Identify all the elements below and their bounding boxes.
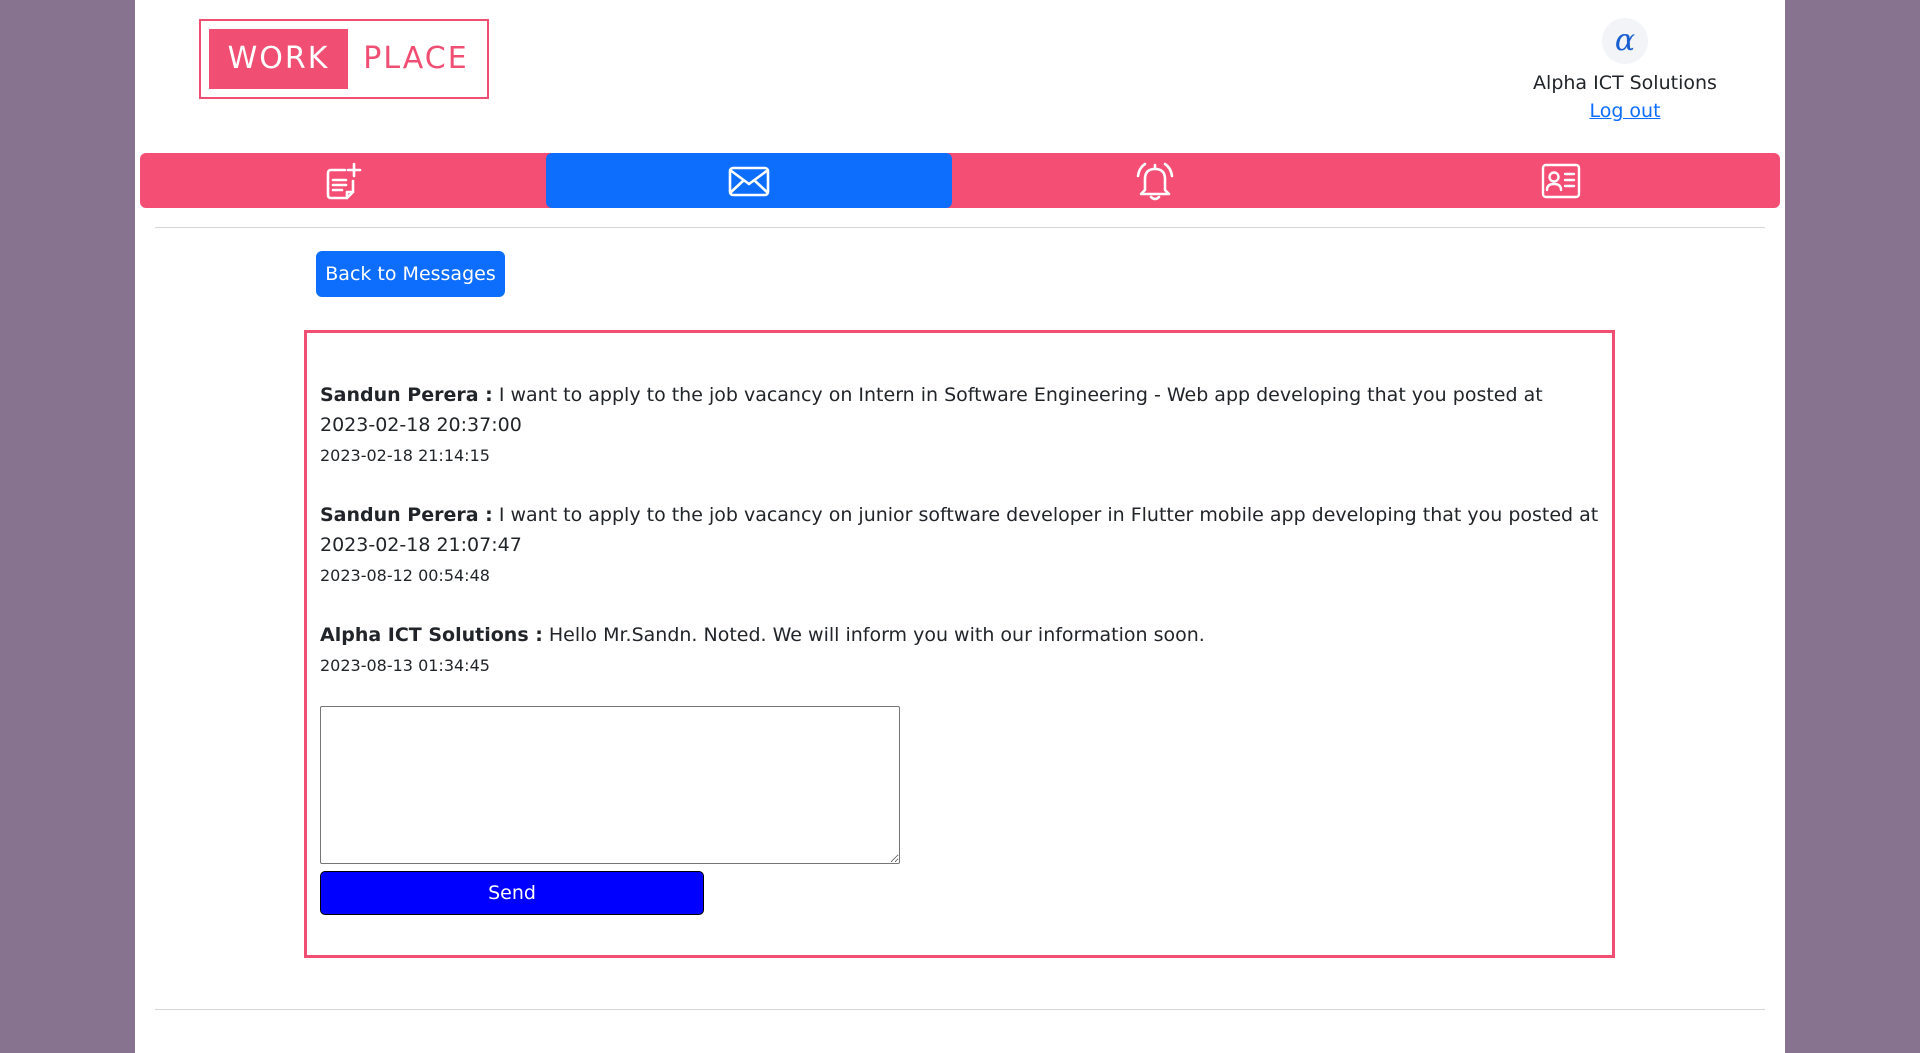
reply-textarea[interactable] bbox=[320, 706, 900, 864]
nav-profile[interactable] bbox=[1358, 153, 1764, 208]
message-text: I want to apply to the job vacancy on ju… bbox=[320, 504, 1599, 556]
message-sender: Alpha ICT Solutions : bbox=[320, 624, 543, 646]
message-sender: Sandun Perera : bbox=[320, 384, 493, 406]
company-name: Alpha ICT Solutions bbox=[1533, 72, 1717, 94]
back-to-messages-button[interactable]: Back to Messages bbox=[316, 251, 505, 297]
conversation-panel: Sandun Perera : I want to apply to the j… bbox=[304, 330, 1615, 958]
nav-messages[interactable] bbox=[546, 153, 952, 208]
send-button[interactable]: Send bbox=[320, 871, 704, 915]
main-nav bbox=[140, 153, 1780, 208]
page-container: WORK PLACE α Alpha ICT Solutions Log out bbox=[135, 0, 1785, 1053]
message-timestamp: 2023-02-18 21:14:15 bbox=[320, 446, 490, 465]
logo-place-text: PLACE bbox=[363, 41, 469, 76]
message-item: Sandun Perera : I want to apply to the j… bbox=[320, 380, 1600, 465]
message-body: Sandun Perera : I want to apply to the j… bbox=[320, 380, 1600, 440]
nav-post-job[interactable] bbox=[140, 153, 546, 208]
message-text: Hello Mr.Sandn. Noted. We will inform yo… bbox=[542, 624, 1205, 646]
divider-top bbox=[155, 227, 1765, 228]
bell-icon bbox=[1136, 162, 1174, 200]
message-item: Sandun Perera : I want to apply to the j… bbox=[320, 500, 1600, 585]
message-item: Alpha ICT Solutions : Hello Mr.Sandn. No… bbox=[320, 620, 1600, 675]
nav-notifications[interactable] bbox=[952, 153, 1358, 208]
message-timestamp: 2023-08-13 01:34:45 bbox=[320, 656, 490, 675]
message-body: Alpha ICT Solutions : Hello Mr.Sandn. No… bbox=[320, 620, 1600, 650]
profile-card-icon bbox=[1541, 163, 1581, 198]
message-sender: Sandun Perera : bbox=[320, 504, 493, 526]
post-add-icon bbox=[326, 162, 362, 199]
divider-bottom bbox=[155, 1009, 1765, 1010]
company-avatar: α bbox=[1602, 18, 1648, 64]
logo-work-text: WORK bbox=[209, 29, 348, 89]
envelope-icon bbox=[728, 166, 770, 196]
logout-link[interactable]: Log out bbox=[1589, 100, 1660, 122]
message-timestamp: 2023-08-12 00:54:48 bbox=[320, 566, 490, 585]
workplace-logo[interactable]: WORK PLACE bbox=[199, 19, 489, 99]
message-body: Sandun Perera : I want to apply to the j… bbox=[320, 500, 1600, 560]
alpha-logo-icon: α bbox=[1614, 23, 1636, 58]
message-text: I want to apply to the job vacancy on In… bbox=[320, 384, 1543, 436]
company-profile: α Alpha ICT Solutions Log out bbox=[1515, 18, 1735, 122]
